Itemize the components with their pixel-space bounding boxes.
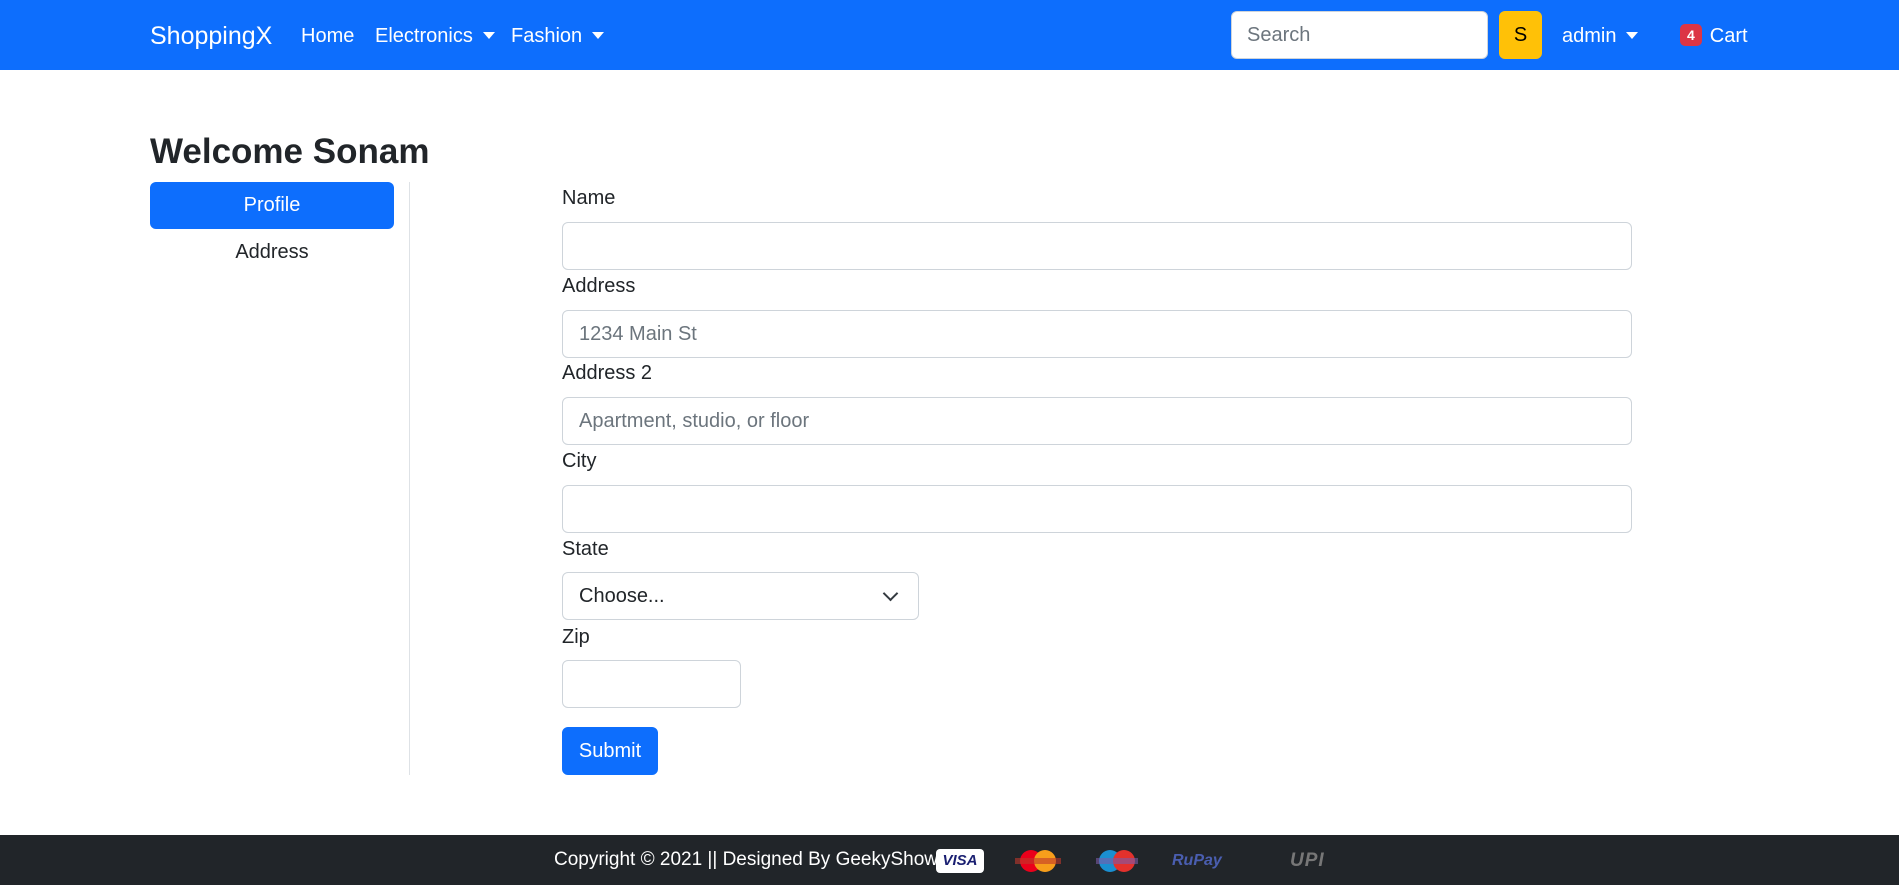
sidebar-item-profile[interactable]: Profile xyxy=(150,182,394,229)
address2-input[interactable] xyxy=(562,397,1632,445)
footer: Copyright © 2021 || Designed By GeekySho… xyxy=(0,835,1899,885)
search-button[interactable]: S xyxy=(1499,11,1542,59)
nav-fashion-dropdown[interactable]: Fashion xyxy=(511,24,605,48)
city-input[interactable] xyxy=(562,485,1632,533)
cart-link[interactable]: 4 Cart xyxy=(1680,24,1748,48)
address2-label: Address 2 xyxy=(562,362,653,384)
caret-down-icon xyxy=(1626,31,1639,39)
zip-label: Zip xyxy=(562,626,590,648)
address-input[interactable] xyxy=(562,310,1632,358)
name-label: Name xyxy=(562,187,616,209)
profile-sidebar: Profile Address xyxy=(150,182,394,276)
cart-label: Cart xyxy=(1709,25,1748,47)
mastercard-icon xyxy=(1011,849,1065,873)
name-input[interactable] xyxy=(562,222,1632,270)
footer-copyright: Copyright © 2021 || Designed By GeekySho… xyxy=(554,849,963,870)
nav-fashion-label: Fashion xyxy=(511,25,583,47)
state-selected-value: Choose... xyxy=(579,584,665,607)
submit-button[interactable]: Submit xyxy=(562,727,658,775)
caret-down-icon xyxy=(482,31,495,39)
user-name: admin xyxy=(1562,25,1617,47)
maestro-icon xyxy=(1092,849,1142,873)
zip-input[interactable] xyxy=(562,660,741,708)
nav-electronics-label: Electronics xyxy=(375,25,473,47)
rupay-icon: RuPay xyxy=(1172,852,1222,869)
state-select[interactable]: Choose... xyxy=(562,572,919,620)
nav-electronics-dropdown[interactable]: Electronics xyxy=(375,24,495,48)
search-input[interactable] xyxy=(1231,11,1488,59)
user-dropdown[interactable]: admin xyxy=(1562,24,1639,48)
sidebar-item-address[interactable]: Address xyxy=(150,229,394,276)
address-label: Address xyxy=(562,275,636,297)
upi-icon: UPI xyxy=(1290,850,1325,871)
city-label: City xyxy=(562,450,597,472)
visa-icon: VISA xyxy=(936,849,984,873)
nav-home[interactable]: Home xyxy=(301,24,354,48)
vertical-divider xyxy=(409,182,410,775)
caret-down-icon xyxy=(592,31,605,39)
state-label: State xyxy=(562,538,609,560)
top-navbar: ShoppingX Home Electronics Fashion S adm… xyxy=(0,0,1899,70)
chevron-down-icon xyxy=(882,585,899,601)
brand-logo[interactable]: ShoppingX xyxy=(150,20,272,52)
page-title: Welcome Sonam xyxy=(150,132,430,171)
cart-count-badge: 4 xyxy=(1680,24,1702,46)
